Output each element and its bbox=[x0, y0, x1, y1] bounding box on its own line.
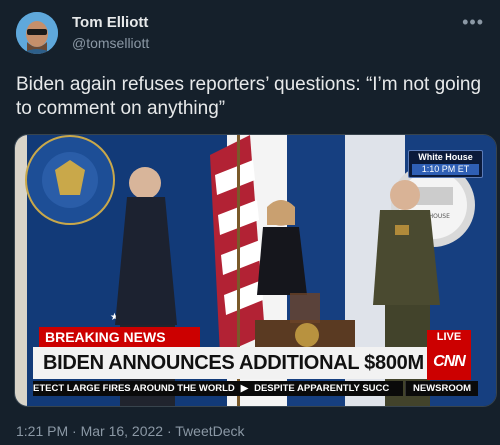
time-label: 1:10 PM ET bbox=[412, 164, 479, 175]
tweet-timestamp[interactable]: 1:21 PM · Mar 16, 2022 · TweetDeck bbox=[16, 423, 245, 439]
location-badge: White House 1:10 PM ET bbox=[408, 150, 483, 178]
program-label: NEWSROOM bbox=[405, 381, 478, 396]
author-handle[interactable]: @tomselliott bbox=[72, 35, 149, 51]
ticker-left: ETECT LARGE FIRES AROUND THE WORLD bbox=[33, 383, 235, 394]
tweet-video[interactable]: ★ ★ ★ HITE HOUSE Whi bbox=[14, 134, 497, 407]
ticker-arrow-icon: ▶ bbox=[240, 383, 249, 394]
live-badge: LIVE bbox=[427, 330, 471, 344]
location-label: White House bbox=[418, 152, 473, 162]
author-name[interactable]: Tom Elliott bbox=[72, 14, 148, 31]
tweet-text: Biden again refuses reporters’ questions… bbox=[16, 74, 482, 119]
headline-chyron: BIDEN ANNOUNCES ADDITIONAL $800M IN AID … bbox=[33, 347, 435, 379]
news-ticker: ETECT LARGE FIRES AROUND THE WORLD ▶ DESPI… bbox=[33, 381, 403, 396]
ticker-right: DESPITE APPARENTLY SUCC bbox=[254, 383, 390, 394]
cnn-logo: CNN bbox=[427, 344, 471, 380]
more-options-icon[interactable]: ••• bbox=[462, 12, 484, 33]
avatar[interactable] bbox=[16, 12, 58, 54]
breaking-news-banner: BREAKING NEWS bbox=[39, 327, 200, 347]
